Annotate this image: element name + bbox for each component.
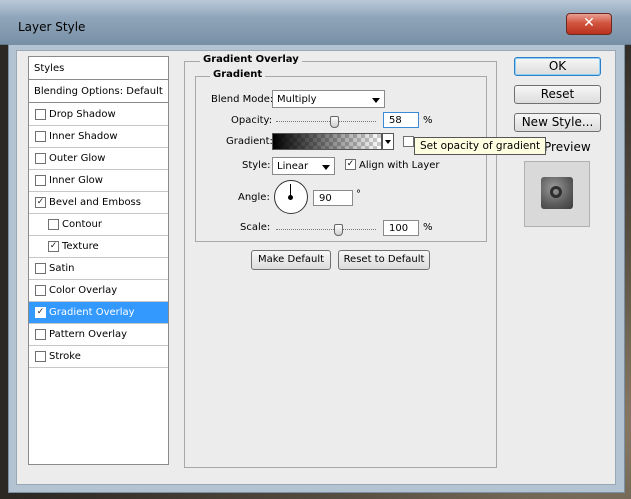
ok-button[interactable]: OK (514, 57, 601, 76)
reset-button[interactable]: Reset (514, 85, 601, 104)
outer-glow-label: Outer Glow (49, 153, 106, 164)
contour-checkbox[interactable] (48, 219, 59, 230)
preview-swatch (541, 177, 573, 209)
styles-list-header[interactable]: Styles (29, 57, 168, 80)
satin-label: Satin (49, 263, 75, 274)
style-item-color-overlay[interactable]: Color Overlay (29, 280, 168, 302)
scale-slider-thumb[interactable] (334, 224, 343, 236)
angle-unit: ° (356, 189, 361, 200)
stroke-label: Stroke (49, 351, 81, 362)
style-value: Linear (277, 161, 309, 172)
style-label: Style: (242, 160, 271, 171)
blend-mode-label: Blend Mode: (211, 94, 274, 105)
angle-center-dot (288, 195, 293, 200)
gradient-dropdown[interactable] (382, 133, 394, 150)
align-with-layer-label: Align with Layer (359, 160, 440, 171)
style-item-inner-glow[interactable]: Inner Glow (29, 170, 168, 192)
style-preview (524, 161, 590, 227)
chevron-down-icon (385, 140, 391, 144)
opacity-value: 58 (389, 115, 402, 126)
reverse-checkbox[interactable] (403, 136, 414, 147)
styles-header-label: Styles (34, 63, 65, 74)
make-default-button[interactable]: Make Default (251, 250, 331, 270)
blend-mode-value: Multiply (277, 94, 317, 105)
chevron-down-icon (372, 98, 380, 103)
blending-options-item[interactable]: Blending Options: Default (29, 81, 168, 103)
inner-shadow-checkbox[interactable] (35, 131, 46, 142)
texture-checkbox[interactable]: ✓ (48, 241, 59, 252)
inner-glow-checkbox[interactable] (35, 175, 46, 186)
color-overlay-checkbox[interactable] (35, 285, 46, 296)
reset-to-default-button[interactable]: Reset to Default (338, 250, 430, 270)
opacity-label: Opacity: (231, 115, 273, 126)
style-item-drop-shadow[interactable]: Drop Shadow (29, 104, 168, 126)
style-item-stroke[interactable]: Stroke (29, 346, 168, 368)
drop-shadow-checkbox[interactable] (35, 109, 46, 120)
chevron-down-icon (322, 165, 330, 170)
scale-unit: % (423, 222, 433, 233)
contour-label: Contour (62, 219, 102, 230)
blend-mode-select[interactable]: Multiply (272, 90, 385, 108)
window-title: Layer Style (18, 20, 86, 34)
gradient-group-title: Gradient (210, 69, 266, 80)
style-select[interactable]: Linear (272, 157, 335, 175)
texture-label: Texture (62, 241, 99, 252)
style-item-outer-glow[interactable]: Outer Glow (29, 148, 168, 170)
preview-label: Preview (544, 140, 591, 154)
drop-shadow-label: Drop Shadow (49, 109, 116, 120)
gradient-overlay-title: Gradient Overlay (200, 54, 302, 65)
inner-glow-label: Inner Glow (49, 175, 103, 186)
scale-input[interactable]: 100 (383, 220, 419, 236)
angle-value: 90 (319, 193, 332, 204)
style-item-contour[interactable]: Contour (29, 214, 168, 236)
scale-label: Scale: (240, 222, 271, 233)
gradient-label: Gradient: (226, 136, 273, 147)
style-item-gradient-overlay[interactable]: ✓ Gradient Overlay (29, 302, 168, 324)
bevel-emboss-checkbox[interactable]: ✓ (35, 197, 46, 208)
bevel-emboss-label: Bevel and Emboss (49, 197, 141, 208)
style-item-bevel-emboss[interactable]: ✓ Bevel and Emboss (29, 192, 168, 214)
opacity-input[interactable]: 58 (383, 112, 419, 128)
opacity-unit: % (423, 115, 433, 126)
pattern-overlay-checkbox[interactable] (35, 329, 46, 340)
opacity-slider-thumb[interactable] (330, 116, 339, 128)
style-item-satin[interactable]: Satin (29, 258, 168, 280)
style-item-inner-shadow[interactable]: Inner Shadow (29, 126, 168, 148)
satin-checkbox[interactable] (35, 263, 46, 274)
gradient-overlay-label: Gradient Overlay (49, 307, 135, 318)
stroke-checkbox[interactable] (35, 351, 46, 362)
angle-input[interactable]: 90 (313, 190, 353, 206)
scale-slider-track[interactable] (276, 229, 376, 230)
style-item-pattern-overlay[interactable]: Pattern Overlay (29, 324, 168, 346)
style-item-texture[interactable]: ✓ Texture (29, 236, 168, 258)
color-overlay-label: Color Overlay (49, 285, 118, 296)
styles-list: Styles Blending Options: Default Drop Sh… (28, 56, 169, 465)
outer-glow-checkbox[interactable] (35, 153, 46, 164)
angle-label: Angle: (238, 192, 270, 203)
preview-ring-icon (550, 186, 562, 198)
gradient-picker[interactable] (272, 133, 382, 150)
new-style-button[interactable]: New Style... (514, 113, 601, 132)
opacity-tooltip: Set opacity of gradient (414, 137, 547, 155)
title-bar[interactable]: Layer Style ✕ (0, 0, 631, 45)
pattern-overlay-label: Pattern Overlay (49, 329, 128, 340)
inner-shadow-label: Inner Shadow (49, 131, 118, 142)
gradient-overlay-checkbox[interactable]: ✓ (35, 307, 46, 318)
opacity-slider-track[interactable] (276, 121, 376, 122)
angle-dial[interactable] (274, 180, 308, 214)
blending-options-label: Blending Options: Default (34, 86, 163, 97)
scale-value: 100 (389, 223, 409, 234)
align-with-layer-checkbox[interactable]: ✓ (345, 159, 356, 170)
close-button[interactable]: ✕ (566, 13, 612, 35)
